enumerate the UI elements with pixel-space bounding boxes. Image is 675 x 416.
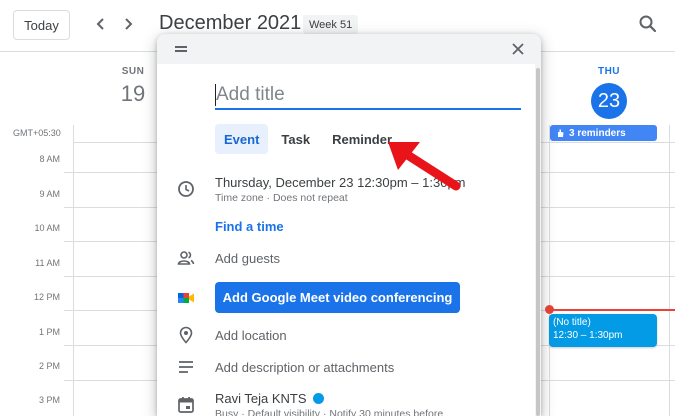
day-name: THU <box>597 66 621 77</box>
week-badge: Week 51 <box>303 15 359 34</box>
search-icon <box>639 15 657 33</box>
google-meet-icon <box>178 293 194 303</box>
find-a-time-link[interactable]: Find a time <box>215 219 284 234</box>
hour-label: 8 AM <box>39 154 60 164</box>
event-title: (No title) <box>553 317 591 328</box>
today-button[interactable]: Today <box>13 10 70 40</box>
tab-event[interactable]: Event <box>215 124 269 154</box>
drag-handle-icon[interactable] <box>175 46 187 52</box>
calendar-color-dot <box>312 393 324 404</box>
dialog-header[interactable] <box>157 34 541 64</box>
location-pin-icon <box>179 326 193 344</box>
hour-label: 11 AM <box>35 258 60 268</box>
column-divider <box>73 125 74 416</box>
event-time: 12:30 – 1:30pm <box>553 330 623 341</box>
month-title: December 2021 <box>159 12 302 34</box>
calendar-owner-selector[interactable]: Ravi Teja KNTS <box>215 391 324 406</box>
event-dialog: Event Task Reminder Thursday, December 2… <box>157 34 541 416</box>
hour-label: 12 PM <box>33 292 60 302</box>
day-header-thursday[interactable]: THU 23 <box>579 66 639 119</box>
search-button[interactable] <box>638 14 660 36</box>
text-caret <box>215 84 216 106</box>
calendar-owner-details[interactable]: Busy · Default visibility · Notify 30 mi… <box>215 408 443 416</box>
current-time-line <box>549 309 675 311</box>
description-icon <box>179 361 193 373</box>
add-google-meet-button[interactable]: Add Google Meet video conferencing <box>215 282 460 313</box>
chevron-right-icon <box>125 18 133 30</box>
hour-label: 9 AM <box>39 189 60 199</box>
hour-label: 2 PM <box>38 361 60 371</box>
guests-icon <box>177 251 195 265</box>
timezone-label: GMT+05:30 <box>13 128 61 138</box>
today-date-circle: 23 <box>591 83 627 119</box>
title-input[interactable] <box>215 82 521 110</box>
day-number: 19 <box>120 81 146 106</box>
reminders-chip-label: 3 reminders <box>569 127 626 139</box>
chevron-left-icon <box>96 18 104 30</box>
tab-task[interactable]: Task <box>272 124 319 154</box>
hour-label: 3 PM <box>38 395 60 405</box>
add-location-field[interactable]: Add location <box>215 328 287 343</box>
day-header-sunday[interactable]: SUN 19 <box>103 66 163 107</box>
reminders-chip[interactable]: 3 reminders <box>550 125 657 141</box>
event-type-tabs: Event Task Reminder <box>215 124 401 154</box>
calendar-icon <box>178 397 194 413</box>
current-time-dot <box>545 305 554 314</box>
timezone-repeat-link[interactable]: Time zone · Does not repeat <box>215 192 348 204</box>
hand-icon <box>558 129 564 137</box>
calendar-owner-name: Ravi Teja KNTS <box>215 391 307 406</box>
dialog-scrollbar-thumb[interactable] <box>536 68 540 416</box>
column-divider <box>669 125 670 416</box>
previous-week-button[interactable] <box>90 13 112 35</box>
add-guests-field[interactable]: Add guests <box>215 251 280 266</box>
clock-icon <box>178 181 194 197</box>
draft-event-block[interactable]: (No title) 12:30 – 1:30pm <box>549 314 657 347</box>
next-week-button[interactable] <box>117 13 139 35</box>
column-divider <box>549 125 550 416</box>
hour-label: 1 PM <box>38 327 60 337</box>
add-description-field[interactable]: Add description or attachments <box>215 360 394 375</box>
hour-label: 10 AM <box>34 223 60 233</box>
close-icon <box>512 43 524 55</box>
close-button[interactable] <box>509 40 527 58</box>
day-name: SUN <box>121 66 145 77</box>
annotation-arrow-icon <box>388 142 461 191</box>
